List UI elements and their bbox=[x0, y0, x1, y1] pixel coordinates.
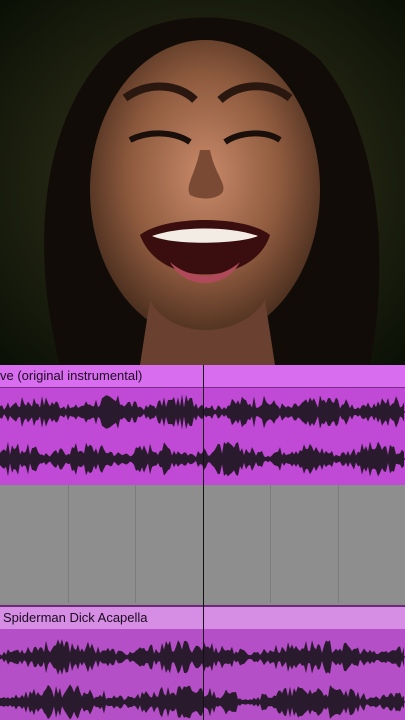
performer-video-image bbox=[0, 0, 405, 365]
grid-line bbox=[135, 485, 136, 603]
acapella-clip-label: Spiderman Dick Acapella bbox=[3, 610, 148, 625]
grid-line bbox=[270, 485, 271, 603]
instrumental-clip-label: ve (original instrumental) bbox=[0, 368, 143, 383]
video-frame bbox=[0, 0, 405, 365]
playhead[interactable] bbox=[203, 365, 204, 720]
grid-line bbox=[68, 485, 69, 603]
grid-line bbox=[338, 485, 339, 603]
